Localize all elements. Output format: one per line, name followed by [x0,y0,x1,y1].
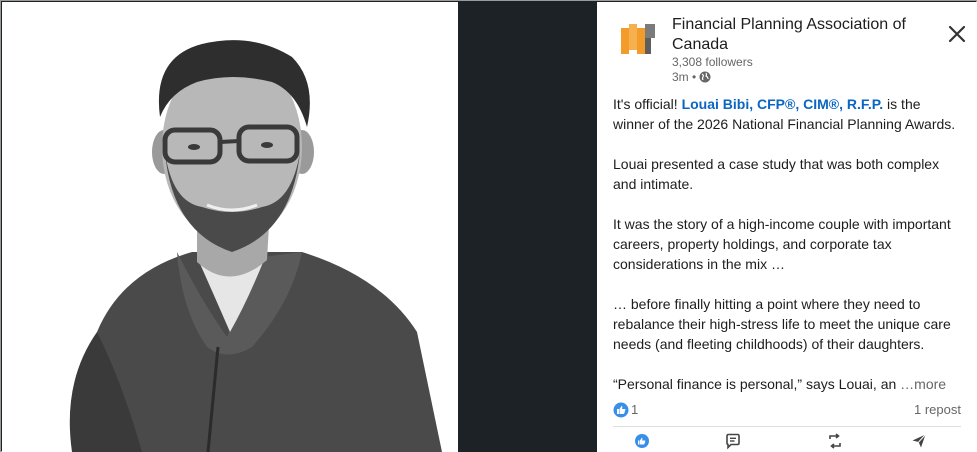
post-paragraph-5: “Personal finance is personal,” says Lou… [613,376,947,392]
action-bar [597,430,977,452]
social-counts: 1 1 repost [613,400,961,420]
org-name-link[interactable]: Financial Planning Association of Canada [672,15,932,55]
globe-icon [699,71,711,83]
post-meta: 3m • [672,70,711,84]
post-paragraph-4: … before finally hitting a point where t… [613,296,951,352]
portrait-photo [2,2,458,452]
mention-link[interactable]: Louai Bibi, CFP®, CIM®, R.F.P. [682,96,884,112]
comment-icon[interactable] [724,432,742,450]
see-more-link[interactable]: …more [900,376,946,392]
post-panel: Financial Planning Association of Canada… [597,2,977,452]
fpac-logo-icon[interactable] [619,20,659,60]
send-icon[interactable] [910,432,928,450]
divider [613,426,961,427]
like-reaction-icon[interactable] [613,402,629,418]
follower-count: 3,308 followers [672,55,753,69]
post-image[interactable] [2,2,458,452]
post-header: Financial Planning Association of Canada… [597,2,977,92]
post-body: It's official! Louai Bibi, CFP®, CIM®, R… [613,94,965,414]
repost-icon[interactable] [826,432,844,450]
post-time: 3m • [672,70,697,84]
repost-count[interactable]: 1 repost [914,402,961,417]
close-icon[interactable] [945,22,969,46]
reaction-count[interactable]: 1 [631,402,638,417]
like-icon[interactable] [633,432,651,450]
post-paragraph-2: Louai presented a case study that was bo… [613,156,940,192]
image-backdrop [458,2,597,452]
post-paragraph-3: It was the story of a high-income couple… [613,216,951,272]
post-viewer: Financial Planning Association of Canada… [0,0,977,452]
post-paragraph-1: It's official! Louai Bibi, CFP®, CIM®, R… [613,96,956,132]
